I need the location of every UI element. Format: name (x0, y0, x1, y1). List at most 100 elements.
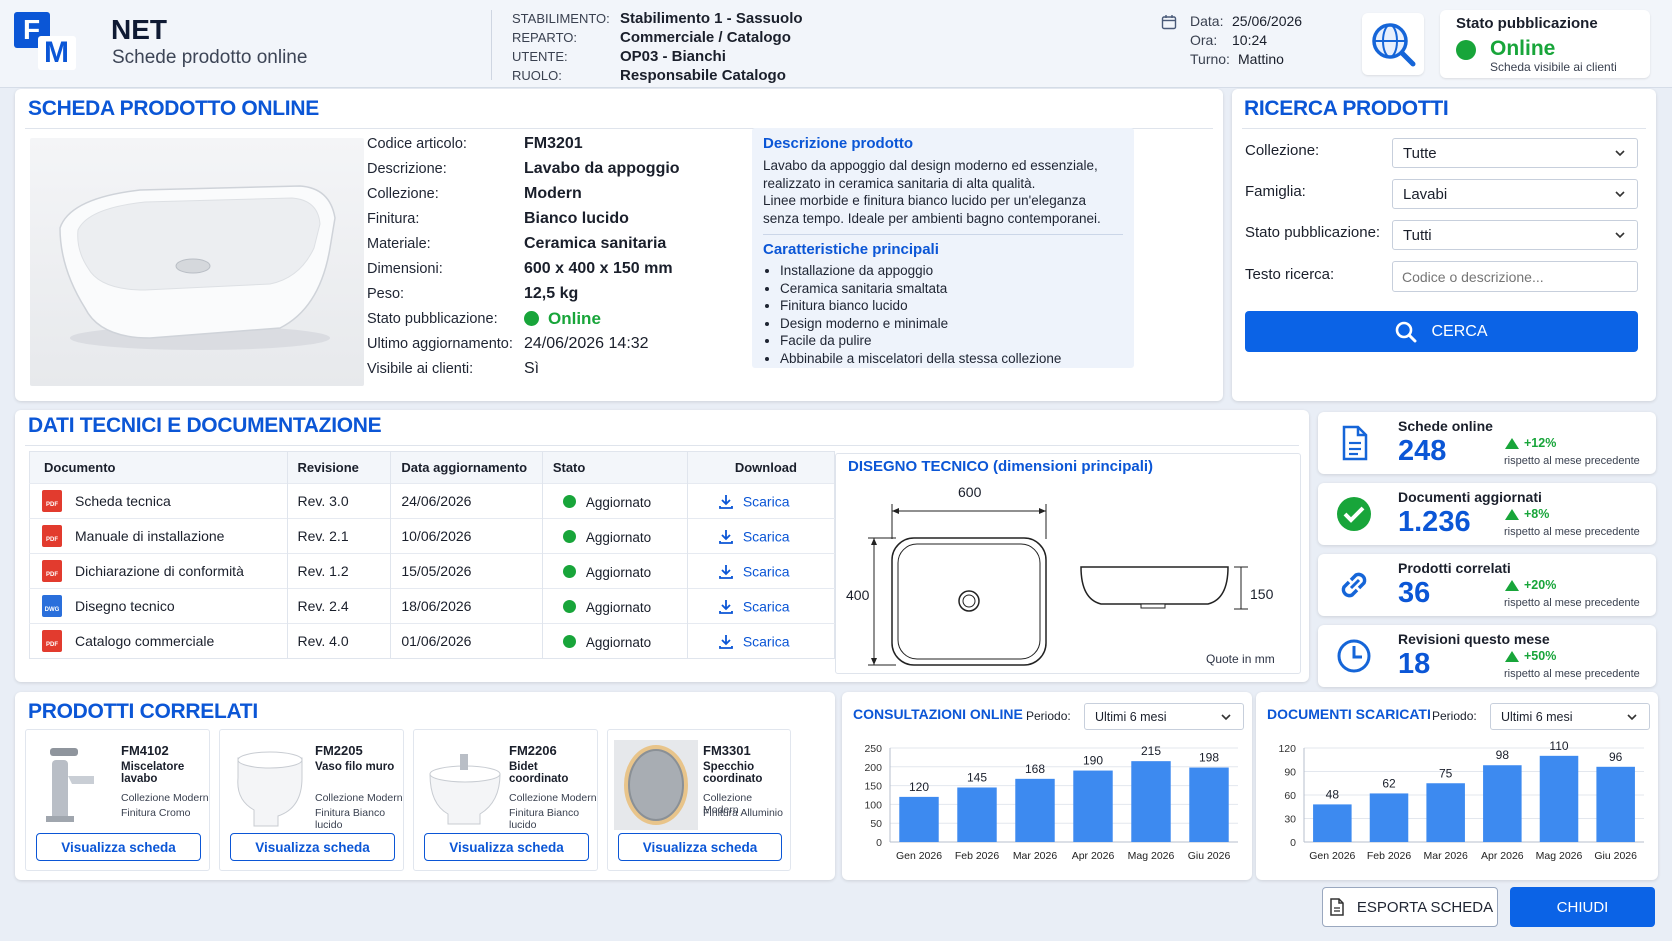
status-dot (562, 565, 576, 579)
export-button[interactable]: ESPORTA SCHEDA (1322, 887, 1498, 927)
bar (1596, 766, 1635, 842)
bar (1189, 767, 1229, 842)
status-dot (562, 530, 576, 544)
search-panel: RICERCA PRODOTTI Collezione: Tutte Famig… (1232, 89, 1656, 401)
header-datetime: Data: 25/06/2026 Ora: 10:24 Turno: Mattino (1190, 13, 1303, 67)
download-link[interactable]: Scarica (718, 597, 790, 615)
product-field-row: Ultimo aggiornamento: 24/06/2026 14:32 (367, 334, 649, 352)
download-link[interactable]: Scarica (718, 632, 790, 650)
document-icon (1342, 425, 1368, 461)
header-info-row: STABILIMENTO: Stabilimento 1 - Sassuolo (512, 10, 803, 27)
technical-drawing: DISEGNO TECNICO (dimensioni principali) … (835, 453, 1301, 674)
bar (1313, 804, 1352, 842)
related-product-card: FM2206 Bidet coordinato Collezione Modern F… (413, 729, 598, 871)
data-label: 120 (909, 780, 929, 794)
download-icon (718, 564, 733, 579)
x-tick-label: Feb 2026 (1367, 850, 1412, 862)
header-info-row: UTENTE: OP03 - Bianchi (512, 48, 726, 65)
status-dot (562, 495, 576, 509)
chart-panel-consultazioni: CONSULTAZIONI ONLINE Periodo: Ultimi 6 mes… (842, 692, 1252, 880)
product-field-row: Materiale: Ceramica sanitaria (367, 234, 667, 252)
bidet-icon (429, 754, 501, 825)
product-field-row: Dimensioni: 600 x 400 x 150 mm (367, 259, 673, 277)
chevron-down-icon (1615, 232, 1625, 239)
status-dot (562, 600, 576, 614)
calendar-icon (1161, 14, 1177, 35)
x-tick-label: Mag 2026 (1536, 850, 1583, 862)
docs-table: Documento Revisione Data aggiornamento Stat… (29, 451, 836, 659)
product-image (30, 138, 364, 386)
bar (1131, 761, 1171, 842)
header-bar: F M NET Schede prodotto online STABILIME… (0, 0, 1672, 88)
view-product-button[interactable]: Visualizza scheda (230, 833, 395, 861)
header-info-row: RUOLO: Responsabile Catalogo (512, 67, 786, 84)
x-tick-label: Apr 2026 (1072, 850, 1115, 862)
download-icon (718, 494, 733, 509)
trend-up-icon (1505, 509, 1519, 520)
x-tick-label: Gen 2026 (1309, 850, 1355, 862)
product-field-row: Peso: 12,5 kg (367, 284, 579, 302)
download-icon (718, 529, 733, 544)
view-product-button[interactable]: Visualizza scheda (424, 833, 589, 861)
x-tick-label: Giu 2026 (1188, 850, 1231, 862)
data-label: 96 (1609, 750, 1623, 764)
description-box: Descrizione prodotto Lavabo da appoggio … (752, 128, 1134, 368)
bar (899, 796, 939, 842)
view-product-button[interactable]: Visualizza scheda (36, 833, 201, 861)
trend-up-icon (1505, 580, 1519, 591)
feature-item: Finitura bianco lucido (780, 297, 1061, 315)
pdf-file-icon: PDF (42, 490, 62, 512)
download-link[interactable]: Scarica (718, 527, 790, 545)
docs-table-row: DWG Disegno tecnico Rev. 2.4 18/06/2026 Aggi… (29, 588, 835, 624)
docs-header-cell: Revisione (287, 451, 392, 484)
app-title: NET (111, 14, 167, 45)
header-info: STABILIMENTO: Stabilimento 1 - Sassuolo RE… (512, 9, 872, 85)
status-dot (562, 635, 576, 649)
bar-chart: 0 50 100 150 200 250 120 Gen 2026 145 Feb 2026 168… (864, 743, 1238, 862)
chevron-down-icon (1615, 150, 1625, 157)
stato-select[interactable]: Tutti (1392, 220, 1638, 250)
close-button[interactable]: CHIUDI (1510, 887, 1655, 927)
related-product-card: FM3301 Specchio coordinato Collezione Mode… (607, 729, 791, 871)
docs-header-cell: Documento (29, 451, 288, 484)
bar (1369, 793, 1409, 842)
pdf-file-icon: PDF (42, 630, 62, 652)
data-label: 198 (1199, 751, 1219, 765)
clock-icon (1337, 639, 1371, 673)
y-tick-label: 100 (864, 799, 882, 811)
product-field-row: Stato pubblicazione: Online (367, 308, 601, 328)
docs-table-row: PDF Dichiarazione di conformità Rev. 1.2 15… (29, 553, 835, 589)
download-link[interactable]: Scarica (718, 492, 790, 510)
search-panel-title: RICERCA PRODOTTI (1244, 97, 1449, 120)
y-tick-label: 150 (864, 781, 882, 793)
data-label: 168 (1025, 762, 1045, 776)
docs-header-cell: Data aggiornamento (390, 451, 543, 484)
product-field-row: Visibile ai clienti: Sì (367, 359, 540, 377)
famiglia-select[interactable]: Lavabi (1392, 179, 1638, 209)
y-tick-label: 90 (1284, 767, 1296, 779)
related-panel-title: PRODOTTI CORRELATI (28, 700, 258, 723)
check-circle-icon (1337, 497, 1371, 531)
x-tick-label: Mar 2026 (1013, 850, 1058, 862)
dwg-file-icon: DWG (42, 595, 62, 617)
x-tick-label: Feb 2026 (955, 850, 1000, 862)
bar (1483, 765, 1522, 842)
view-product-button[interactable]: Visualizza scheda (618, 833, 782, 861)
download-link[interactable]: Scarica (718, 562, 790, 580)
data-label: 62 (1382, 776, 1396, 790)
docs-header-cell: Download (687, 451, 836, 484)
search-text-input[interactable] (1392, 261, 1638, 292)
download-icon (718, 634, 733, 649)
y-tick-label: 60 (1284, 790, 1296, 802)
data-label: 110 (1549, 739, 1568, 753)
y-tick-label: 120 (1278, 743, 1296, 755)
pdf-file-icon: PDF (42, 525, 62, 547)
feature-item: Facile da pulire (780, 332, 1061, 350)
global-search-button[interactable] (1362, 13, 1424, 75)
bar (1426, 783, 1465, 842)
data-label: 98 (1496, 748, 1510, 762)
search-button[interactable]: CERCA (1245, 311, 1638, 352)
docs-table-row: PDF Manuale di installazione Rev. 2.1 10/06… (29, 518, 835, 554)
data-label: 215 (1141, 744, 1161, 758)
collezione-select[interactable]: Tutte (1392, 138, 1638, 168)
